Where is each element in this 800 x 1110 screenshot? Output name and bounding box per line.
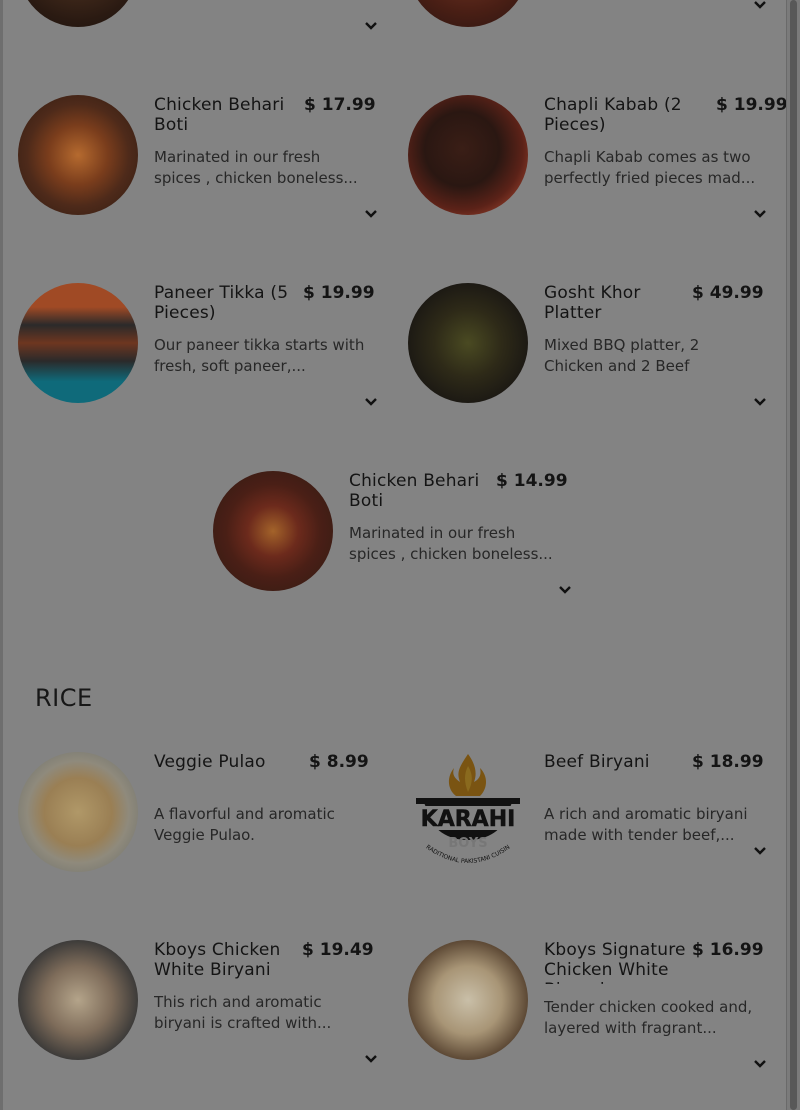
dish-price: $ 49.99 [692, 283, 764, 303]
chevron-down-icon[interactable] [753, 1057, 767, 1071]
dish-description: Marinated in our fresh spices , chicken … [154, 148, 358, 187]
dish-description: Tender chicken cooked and, layered with … [544, 998, 753, 1037]
dish-price: $ 16.99 [692, 940, 764, 960]
chevron-down-icon[interactable] [364, 395, 378, 409]
dish-description: This rich and aromatic biryani is crafte… [154, 993, 332, 1032]
dish-name: Kboys Signature Chicken White Biryani [544, 940, 686, 984]
chevron-down-icon[interactable] [753, 844, 767, 858]
karahi-boys-logo: KARAHI BOYS TRADITIONAL PAKISTANI CUISIN… [405, 747, 522, 865]
dish-price: $ 8.99 [309, 752, 369, 772]
dish-description: Our paneer tikka starts with fresh, soft… [154, 336, 365, 375]
dish-price: $ 18.99 [692, 752, 764, 772]
dish-image [18, 95, 138, 215]
logo-text-karahi: KARAHI [421, 807, 516, 832]
dish-name: Chapli Kabab (2 Pieces) [544, 95, 682, 135]
dish-description: A rich and aromatic biryani made with te… [544, 805, 748, 844]
dish-price: $ 17.99 [304, 95, 376, 115]
menu-item-card[interactable]: Kboys Signature Chicken White Biryani $ … [408, 940, 768, 1080]
restaurant-logo-image: KARAHI BOYS TRADITIONAL PAKISTANI CUISIN… [405, 747, 528, 872]
chevron-down-icon[interactable] [558, 583, 572, 597]
dish-image [213, 471, 333, 591]
dish-image [18, 283, 138, 403]
chevron-down-icon[interactable] [753, 207, 767, 221]
dish-image [408, 95, 528, 215]
chevron-down-icon[interactable] [364, 19, 378, 33]
menu-item-card[interactable]: Veggie Pulao $ 8.99 A flavorful and arom… [18, 752, 378, 892]
dish-description: Mixed BBQ platter, 2 Chicken and 2 Beef … [544, 336, 700, 375]
dish-name: Paneer Tikka (5 Pieces) [154, 283, 289, 323]
menu-item-card[interactable]: Kboys Chicken White Biryani $ 19.49 This… [18, 940, 378, 1080]
dish-description: Marinated in our fresh spices , chicken … [349, 524, 553, 563]
menu-page: Chicken Behari Boti $ 17.99 Marinated in… [0, 0, 788, 1110]
dish-image [18, 940, 138, 1060]
chevron-down-icon[interactable] [753, 395, 767, 409]
dish-price: $ 14.99 [496, 471, 568, 491]
partial-dish-image-left[interactable] [18, 0, 138, 27]
menu-item-card[interactable]: Chicken Behari Boti $ 14.99 Marinated in… [213, 471, 573, 611]
dish-description: A flavorful and aromatic Veggie Pulao. [154, 805, 335, 844]
chevron-down-icon[interactable] [364, 207, 378, 221]
partial-dish-image-right[interactable] [408, 0, 528, 27]
dish-name: Chicken Behari Boti [154, 95, 285, 135]
dish-price: $ 19.99 [303, 283, 375, 303]
dish-image [18, 752, 138, 872]
scrollbar-thumb[interactable] [790, 0, 797, 1110]
menu-item-card[interactable]: Paneer Tikka (5 Pieces) $ 19.99 Our pane… [18, 283, 378, 423]
dish-image [408, 283, 528, 403]
menu-item-card[interactable]: Gosht Khor Platter $ 49.99 Mixed BBQ pla… [408, 283, 768, 423]
dish-name: Veggie Pulao [154, 752, 266, 772]
dish-name: Kboys Chicken White Biryani [154, 940, 281, 980]
section-title-rice: RICE [35, 684, 93, 712]
chevron-down-icon[interactable] [364, 1052, 378, 1066]
dish-description: Chapli Kabab comes as two perfectly frie… [544, 148, 756, 187]
dish-price: $ 19.49 [302, 940, 374, 960]
dish-name: Gosht Khor Platter [544, 283, 641, 323]
dish-image [408, 940, 528, 1060]
logo-text-boys: BOYS [448, 836, 487, 851]
menu-item-card[interactable]: Chicken Behari Boti $ 17.99 Marinated in… [18, 95, 378, 235]
dish-price: $ 19.99 [716, 95, 788, 115]
chevron-down-icon[interactable] [753, 0, 767, 12]
menu-item-card[interactable]: KARAHI BOYS TRADITIONAL PAKISTANI CUISIN… [405, 747, 768, 892]
menu-item-card[interactable]: Chapli Kabab (2 Pieces) $ 19.99 Chapli K… [408, 95, 788, 235]
dish-name: Beef Biryani [544, 752, 650, 772]
dish-name: Chicken Behari Boti [349, 471, 480, 511]
